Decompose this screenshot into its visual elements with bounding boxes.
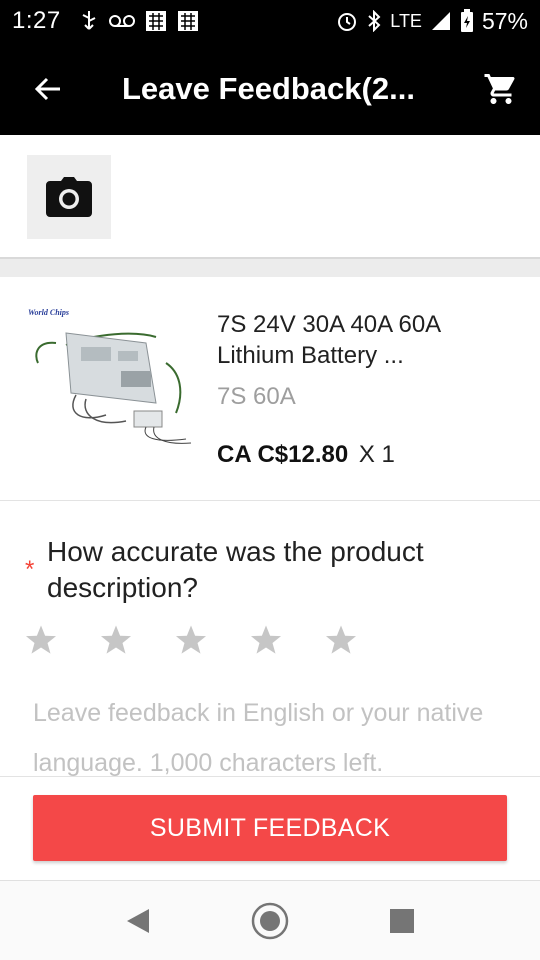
back-button[interactable] bbox=[0, 42, 96, 135]
add-photo-button[interactable] bbox=[27, 155, 111, 239]
product-title: 7S 24V 30A 40A 60A Lithium Battery ... bbox=[217, 311, 440, 369]
status-time: 1:27 bbox=[12, 7, 61, 34]
star-icon-3[interactable] bbox=[174, 623, 208, 657]
app-notification-icon bbox=[145, 11, 166, 31]
product-variant: 7S 60A bbox=[217, 383, 296, 410]
signal-icon bbox=[431, 12, 450, 30]
network-type: LTE bbox=[390, 10, 422, 31]
battery-icon bbox=[460, 9, 473, 32]
app-bar: Leave Feedback(2... bbox=[0, 42, 540, 135]
cart-icon bbox=[484, 73, 515, 104]
usb-icon bbox=[82, 11, 96, 30]
camera-icon bbox=[46, 177, 92, 217]
star-rating bbox=[24, 623, 358, 657]
product-quantity: X 1 bbox=[358, 441, 395, 468]
battery-percent: 57% bbox=[481, 7, 528, 34]
star-icon-4[interactable] bbox=[249, 623, 283, 657]
bottom-separator bbox=[0, 776, 540, 777]
nav-home-icon[interactable] bbox=[251, 902, 289, 940]
product-price: CA C$12.80 bbox=[217, 441, 349, 468]
star-icon-2[interactable] bbox=[99, 623, 133, 657]
product-item: World Chips 7S 24V 30A 40A 60A Lithium B… bbox=[0, 277, 540, 501]
status-right: LTE 57% bbox=[336, 8, 528, 35]
star-icon-5[interactable] bbox=[324, 623, 358, 657]
notification-icons bbox=[79, 10, 199, 32]
star-icon-1[interactable] bbox=[24, 623, 58, 657]
product-image: World Chips bbox=[26, 303, 196, 473]
alarm-icon bbox=[338, 13, 357, 31]
photo-upload-section bbox=[0, 135, 540, 257]
app-notification-icon-2 bbox=[177, 11, 198, 31]
bluetooth-icon bbox=[368, 10, 381, 32]
cart-button[interactable] bbox=[462, 42, 540, 135]
question-text: How accurate was the product description… bbox=[47, 536, 424, 603]
nav-recents-icon[interactable] bbox=[389, 908, 415, 934]
system-nav-bar bbox=[0, 880, 540, 960]
submit-feedback-button[interactable]: SUBMIT FEEDBACK bbox=[33, 795, 507, 861]
product-price-row: CA C$12.80 X 1 bbox=[217, 441, 395, 469]
arrow-left-icon bbox=[34, 77, 60, 100]
voicemail-icon bbox=[108, 15, 135, 27]
section-divider bbox=[0, 257, 540, 277]
required-mark: * bbox=[25, 556, 35, 583]
nav-back-icon[interactable] bbox=[125, 907, 151, 935]
status-bar: 1:27 LTE 57% bbox=[0, 0, 540, 42]
page-title: Leave Feedback(2... bbox=[122, 70, 415, 106]
svg-text:World Chips: World Chips bbox=[28, 308, 69, 317]
feedback-input[interactable]: Leave feedback in English or your native… bbox=[33, 688, 513, 788]
